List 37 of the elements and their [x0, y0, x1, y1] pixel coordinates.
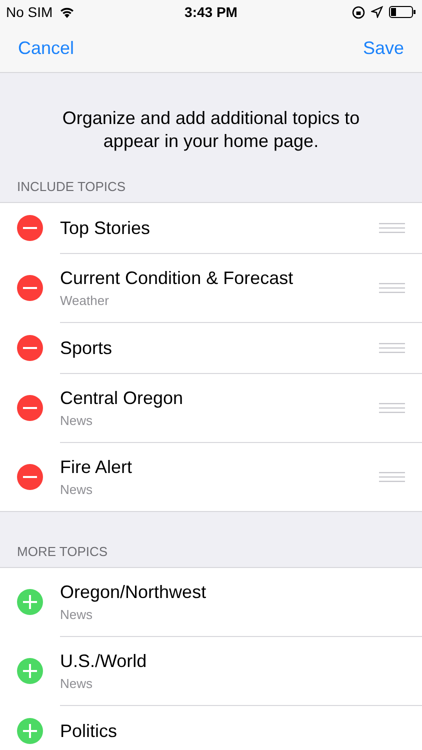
topic-subtitle: News [60, 413, 94, 428]
section-header: INCLUDE TOPICS [16, 179, 127, 196]
remove-icon[interactable] [17, 275, 43, 301]
reorder-handle-icon[interactable] [379, 343, 405, 353]
battery-icon [389, 6, 416, 18]
reorder-handle-icon[interactable] [379, 283, 405, 293]
remove-icon[interactable] [17, 335, 43, 361]
topic-title: Sports [60, 338, 114, 358]
cancel-button[interactable]: Cancel [18, 38, 74, 58]
topic-title: Oregon/Northwest [60, 582, 208, 603]
add-icon[interactable] [17, 718, 43, 744]
wifi-icon [58, 6, 75, 18]
topic-subtitle: News [60, 482, 94, 497]
reorder-handle-icon[interactable] [379, 472, 405, 482]
status-time: 3:43 PM [184, 4, 238, 20]
topic-subtitle: Weather [60, 293, 110, 308]
topic-title: Politics [60, 720, 118, 742]
section-header: MORE TOPICS [16, 544, 109, 561]
topic-title: Fire Alert [60, 457, 134, 478]
carrier-label: No SIM [6, 4, 53, 20]
add-icon[interactable] [17, 589, 43, 615]
topic-subtitle: News [60, 607, 94, 622]
save-button[interactable]: Save [362, 38, 404, 58]
reorder-handle-icon[interactable] [379, 403, 405, 413]
rotation-lock-icon [352, 6, 366, 18]
reorder-handle-icon[interactable] [379, 223, 405, 233]
remove-icon[interactable] [17, 215, 43, 241]
remove-icon[interactable] [17, 395, 43, 421]
remove-icon[interactable] [17, 464, 43, 490]
topic-title: U.S./World [60, 651, 148, 672]
topic-subtitle: News [60, 676, 94, 691]
topic-title: Top Stories [60, 218, 152, 238]
location-arrow-icon [371, 6, 384, 18]
topic-title: Current Condition & Forecast [60, 268, 294, 289]
intro-text: Organize and add additional topics to appear in your home page. [61, 107, 361, 153]
topic-title: Central Oregon [60, 388, 184, 409]
add-icon[interactable] [17, 658, 43, 684]
